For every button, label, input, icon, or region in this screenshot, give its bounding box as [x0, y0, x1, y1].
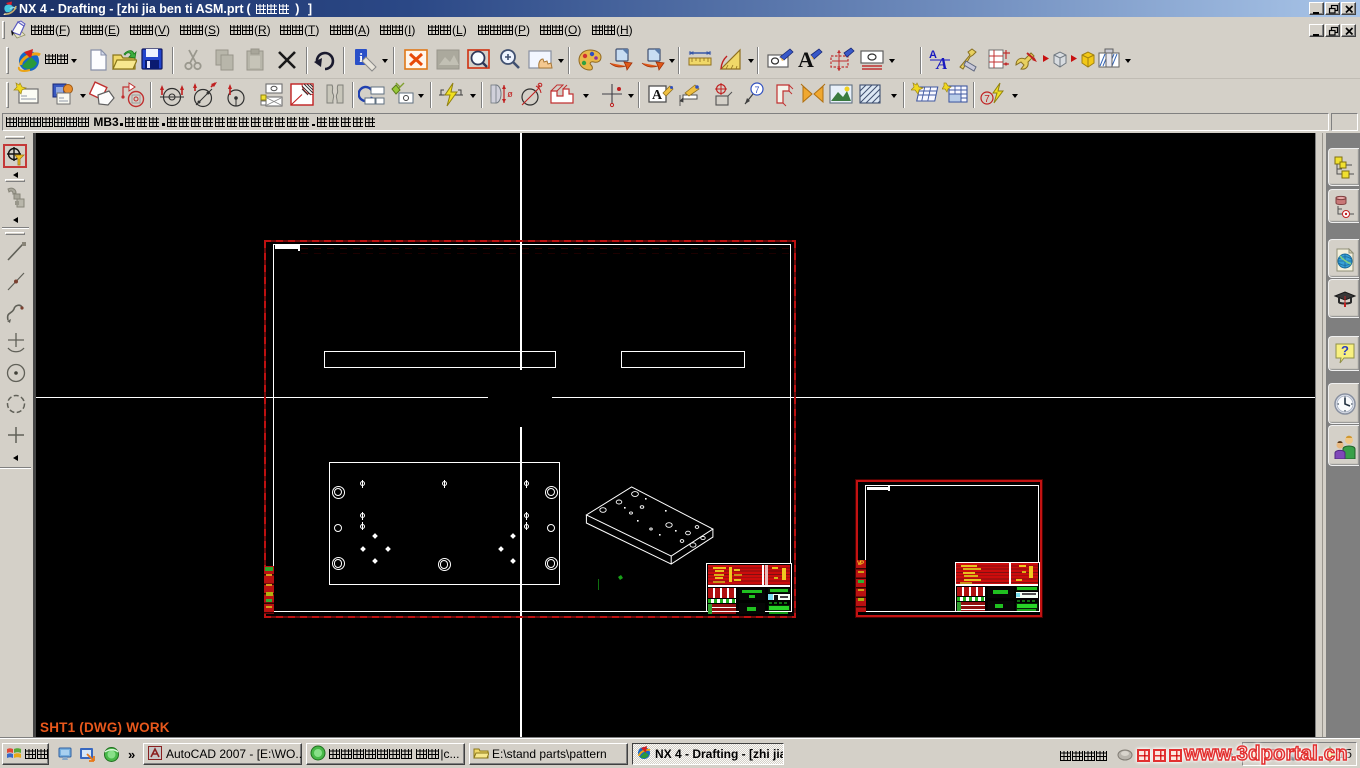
svg-text:A: A	[652, 88, 663, 103]
svg-text:ø: ø	[507, 89, 513, 99]
svg-text:7: 7	[754, 85, 759, 95]
svg-text:A: A	[798, 47, 814, 72]
svg-text:7: 7	[984, 94, 990, 105]
svg-text:?: ?	[1341, 343, 1349, 358]
svg-text:i: i	[359, 50, 363, 65]
svg-text:A: A	[935, 54, 947, 73]
